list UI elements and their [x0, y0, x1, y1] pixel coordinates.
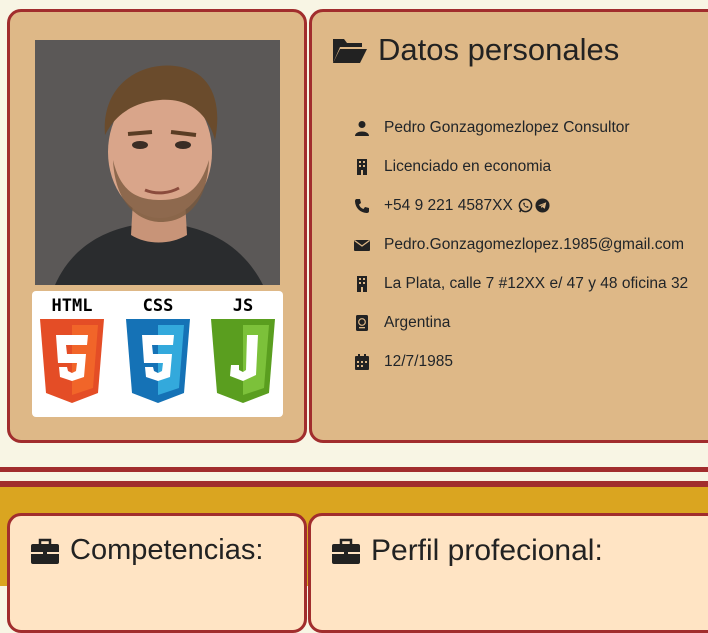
list-item: Pedro.Gonzagomezlopez.1985@gmail.com — [354, 225, 688, 264]
section-title-text: Perfil profecional: — [371, 534, 603, 567]
bottom-section: Competencias: Perfil profecional: — [0, 481, 708, 633]
info-text: +54 9 221 4587XX — [384, 196, 513, 214]
list-item: Argentina — [354, 303, 688, 342]
competencias-card: Competencias: — [7, 513, 307, 633]
datos-personales-heading: Datos personales — [332, 32, 619, 68]
building-icon — [354, 158, 384, 175]
svg-text:HTML: HTML — [52, 296, 93, 316]
svg-text:JS: JS — [233, 296, 253, 316]
passport-icon — [354, 314, 384, 331]
perfil-card: Perfil profecional: — [308, 513, 708, 633]
info-text: La Plata, calle 7 #12XX e/ 47 y 48 ofici… — [384, 274, 689, 292]
info-text: 12/7/1985 — [384, 352, 453, 370]
perfil-heading: Perfil profecional: — [331, 534, 603, 568]
briefcase-icon — [331, 537, 361, 565]
telegram-icon[interactable] — [535, 198, 550, 213]
svg-text:CSS: CSS — [143, 296, 174, 316]
list-item: +54 9 221 4587XX — [354, 186, 688, 225]
personal-info-list: Pedro Gonzagomezlopez Consultor Licencia… — [354, 108, 688, 381]
list-item: Licenciado en economia — [354, 147, 688, 186]
section-divider — [0, 467, 708, 472]
photo-card: HTML CSS JS — [7, 9, 307, 443]
contact-icons — [516, 198, 550, 213]
building-icon — [354, 275, 384, 292]
phone-icon — [354, 198, 384, 214]
section-title-text: Datos personales — [378, 32, 620, 67]
briefcase-icon — [30, 537, 60, 565]
info-text: Pedro Gonzagomezlopez Consultor — [384, 118, 630, 136]
competencias-heading: Competencias: — [30, 534, 263, 567]
list-item: La Plata, calle 7 #12XX e/ 47 y 48 ofici… — [354, 264, 688, 303]
user-icon — [354, 120, 384, 136]
tech-logos: HTML CSS JS — [32, 291, 283, 417]
list-item: 12/7/1985 — [354, 342, 688, 381]
datos-personales-card: Datos personales Pedro Gonzagomezlopez C… — [309, 9, 708, 443]
info-text: Licenciado en economia — [384, 157, 552, 175]
top-section: HTML CSS JS Datos personales Pedro Gonza… — [0, 0, 708, 467]
profile-photo — [35, 40, 280, 285]
folder-open-icon — [332, 35, 368, 65]
calendar-icon — [354, 353, 384, 370]
section-title-text: Competencias: — [70, 534, 264, 566]
list-item: Pedro Gonzagomezlopez Consultor — [354, 108, 688, 147]
info-text[interactable]: Pedro.Gonzagomezlopez.1985@gmail.com — [384, 236, 684, 254]
info-text: Argentina — [384, 313, 451, 331]
whatsapp-icon[interactable] — [518, 198, 533, 213]
envelope-icon — [354, 237, 384, 253]
